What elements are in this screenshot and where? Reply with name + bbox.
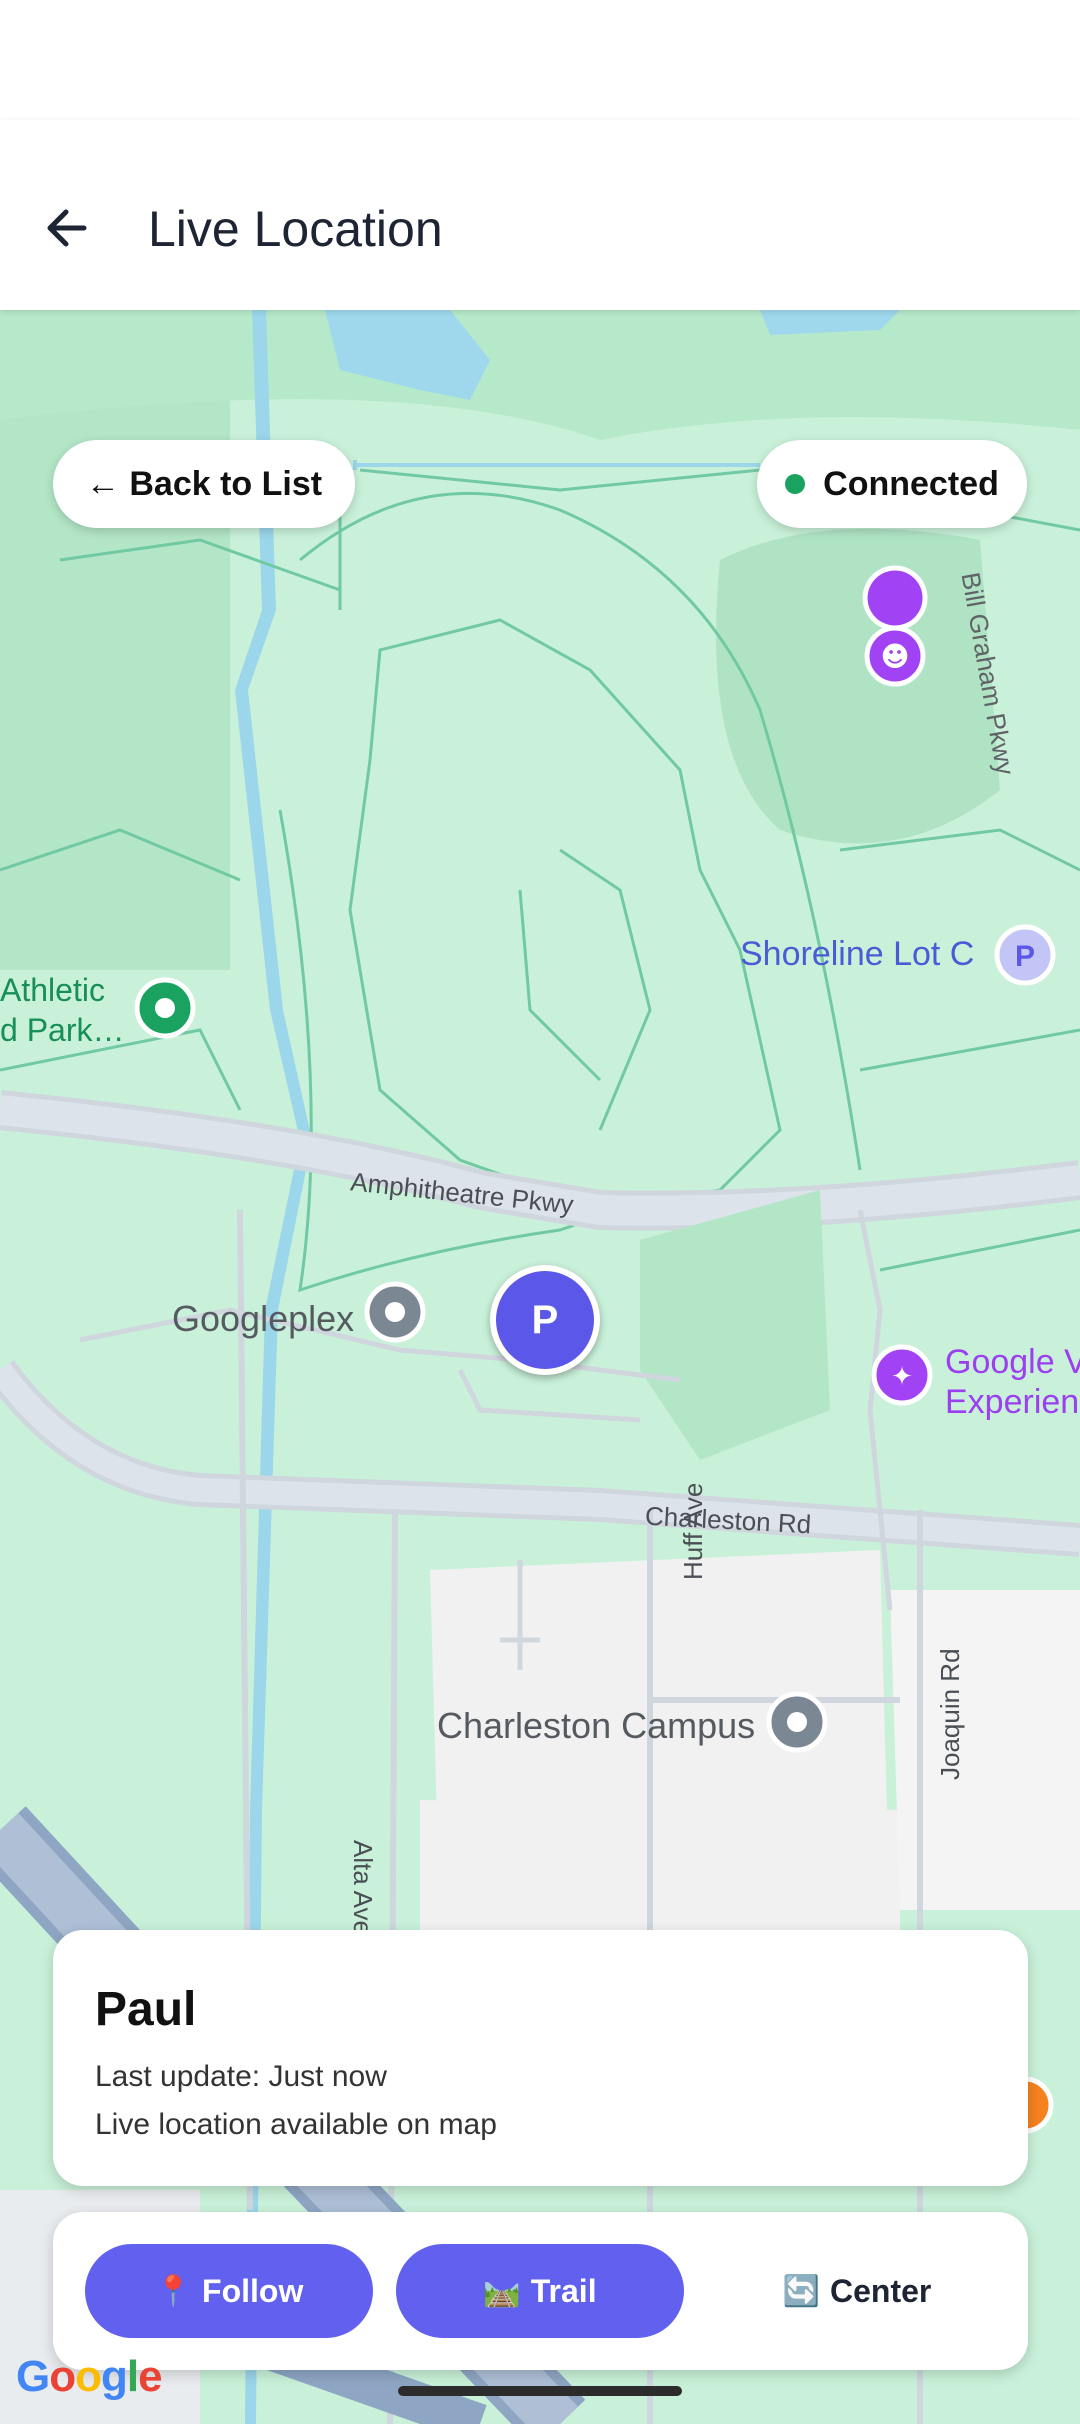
map-label-alta-ave: Alta Ave [348, 1840, 378, 1935]
center-button[interactable]: 🔄 Center [713, 2244, 1001, 2338]
center-button-label: Center [830, 2272, 932, 2309]
poi-pin-theater-icon [862, 565, 928, 631]
map-label-googleplex: Googleplex [172, 1298, 355, 1339]
back-button[interactable] [40, 200, 96, 256]
connection-status-label: Connected [823, 464, 999, 503]
back-to-list-button[interactable]: ← Back to List [53, 440, 355, 528]
map-controls: 📍 Follow 🛤️ Trail 🔄 Center [53, 2212, 1028, 2370]
map-label-athletic: Athletic d Park… [0, 970, 124, 1050]
trail-button-label: Trail [530, 2272, 597, 2309]
arrow-left-icon [47, 209, 87, 247]
page-title: Live Location [148, 201, 443, 257]
pin-icon: 📍 [154, 2274, 193, 2308]
map-label-shoreline: Shoreline Lot C [740, 935, 975, 973]
refresh-icon: 🔄 [782, 2274, 820, 2308]
map-label-google-visitor-line1: Google V [945, 1343, 1080, 1381]
map-label-google-visitor-line2: Experien [945, 1383, 1080, 1421]
location-status-text: Live location available on map [95, 2108, 497, 2141]
map-label-joaquin-rd: Joaquin Rd [935, 1648, 965, 1780]
svg-text:P: P [1015, 940, 1035, 973]
follow-button[interactable]: 📍 Follow [85, 2244, 373, 2338]
railway-icon: 🛤️ [483, 2274, 521, 2308]
person-location-marker[interactable]: P [490, 1265, 600, 1375]
map-label-athletic-line2: d Park… [0, 1012, 125, 1048]
person-name: Paul [95, 1983, 197, 2036]
map-label-huff-ave: Huff Ave [678, 1482, 708, 1580]
last-update-text: Last update: Just now [95, 2060, 387, 2093]
trail-button[interactable]: 🛤️ Trail [396, 2244, 684, 2338]
svg-text:✦: ✦ [891, 1362, 913, 1392]
person-info-card: Paul Last update: Just now Live location… [53, 1930, 1028, 2186]
svg-text:☻: ☻ [880, 640, 909, 673]
home-indicator[interactable] [398, 2386, 682, 2396]
google-logo: Google [16, 2352, 163, 2401]
follow-button-label: Follow [202, 2272, 304, 2309]
app-header: Live Location [0, 120, 1080, 310]
map-label-athletic-line1: Athletic [0, 972, 105, 1008]
status-dot-icon [785, 474, 806, 494]
connection-status-badge: Connected [757, 440, 1027, 528]
status-bar [0, 0, 1080, 120]
map-label-google-visitor: Google V Experien [945, 1342, 1080, 1422]
map-label-charleston-campus: Charleston Campus [437, 1705, 756, 1746]
